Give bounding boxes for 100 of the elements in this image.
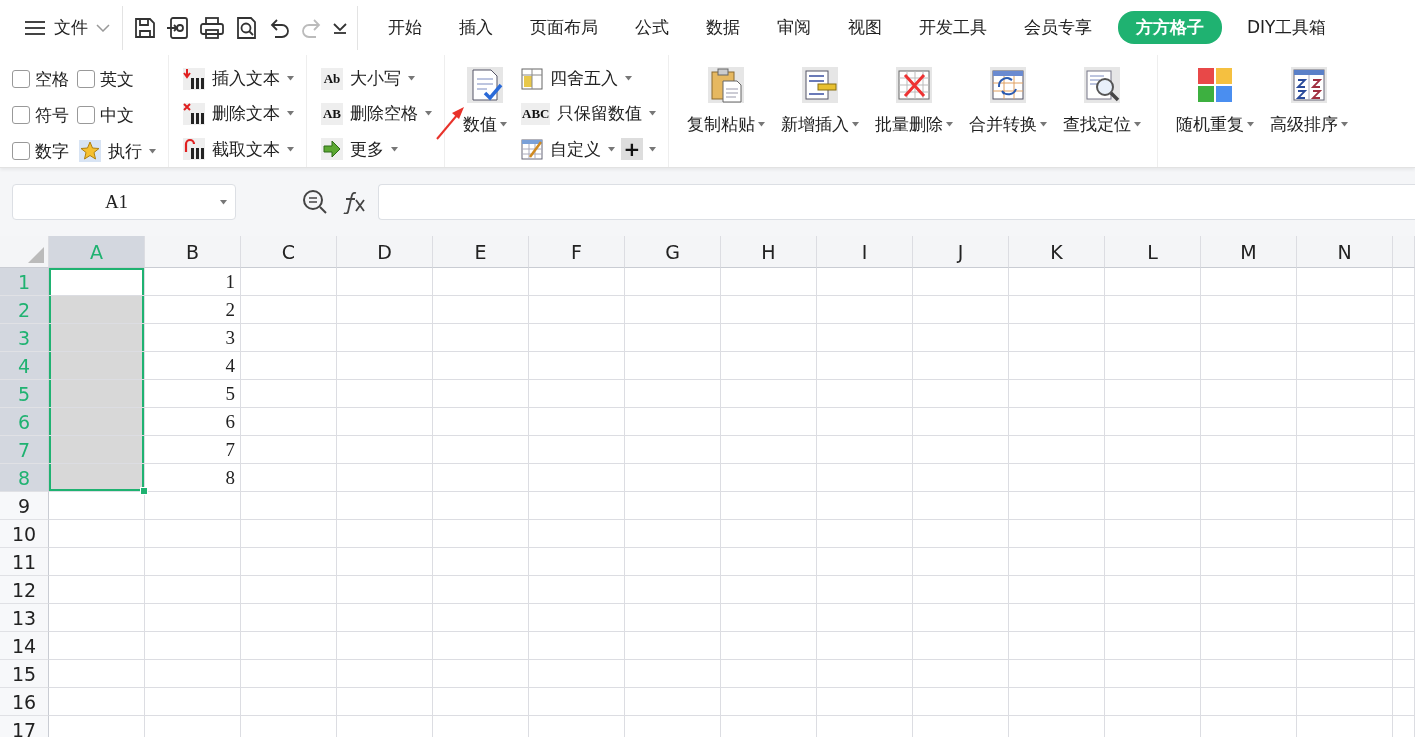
table-cell[interactable] <box>1393 604 1415 632</box>
table-cell[interactable] <box>1201 520 1297 548</box>
table-cell[interactable] <box>913 576 1009 604</box>
table-cell[interactable] <box>529 688 625 716</box>
table-cell[interactable] <box>1105 604 1201 632</box>
table-cell[interactable] <box>49 604 145 632</box>
column-header[interactable]: L <box>1105 236 1201 268</box>
table-cell[interactable] <box>241 436 337 464</box>
zoom-icon[interactable] <box>302 189 328 215</box>
option-checkbox[interactable]: 空格 <box>12 61 69 97</box>
table-cell[interactable] <box>1009 436 1105 464</box>
table-cell[interactable] <box>529 548 625 576</box>
table-cell[interactable] <box>1297 688 1393 716</box>
ribbon-button[interactable]: 新增插入 <box>775 61 866 167</box>
table-cell[interactable] <box>817 604 913 632</box>
table-cell[interactable] <box>1393 268 1415 296</box>
ribbon-button[interactable]: 随机重复 <box>1170 61 1261 167</box>
table-cell[interactable] <box>1105 436 1201 464</box>
table-cell[interactable] <box>1009 492 1105 520</box>
table-cell[interactable] <box>241 268 337 296</box>
table-cell[interactable] <box>1009 548 1105 576</box>
ribbon-button[interactable]: AB 删除空格 <box>319 96 434 132</box>
table-cell[interactable] <box>1297 352 1393 380</box>
table-cell[interactable] <box>49 380 145 408</box>
table-cell[interactable] <box>1009 296 1105 324</box>
column-header[interactable]: D <box>337 236 433 268</box>
ribbon-button[interactable]: 删除文本 <box>181 96 296 132</box>
table-cell[interactable] <box>1201 436 1297 464</box>
table-cell[interactable] <box>913 520 1009 548</box>
table-cell[interactable] <box>337 352 433 380</box>
table-cell[interactable] <box>433 688 529 716</box>
column-header[interactable]: N <box>1297 236 1393 268</box>
table-cell[interactable] <box>49 632 145 660</box>
table-cell[interactable] <box>433 380 529 408</box>
table-cell[interactable]: 1 <box>145 268 241 296</box>
ribbon-button[interactable]: 截取文本 <box>181 131 296 167</box>
checkbox[interactable] <box>12 106 30 124</box>
table-cell[interactable] <box>241 548 337 576</box>
table-cell[interactable] <box>1297 324 1393 352</box>
ribbon-button[interactable]: Ab 大小写 <box>319 61 434 97</box>
table-cell[interactable] <box>721 688 817 716</box>
table-cell[interactable] <box>337 408 433 436</box>
table-cell[interactable] <box>625 380 721 408</box>
table-cell[interactable] <box>1297 296 1393 324</box>
table-cell[interactable] <box>1105 548 1201 576</box>
table-cell[interactable] <box>1393 660 1415 688</box>
table-cell[interactable] <box>721 464 817 492</box>
table-cell[interactable] <box>337 380 433 408</box>
table-cell[interactable] <box>721 436 817 464</box>
table-cell[interactable]: 6 <box>145 408 241 436</box>
table-cell[interactable] <box>721 632 817 660</box>
table-cell[interactable] <box>625 520 721 548</box>
table-cell[interactable] <box>529 604 625 632</box>
table-cell[interactable] <box>1201 548 1297 576</box>
table-cell[interactable] <box>913 548 1009 576</box>
table-cell[interactable] <box>1105 324 1201 352</box>
table-cell[interactable] <box>1009 576 1105 604</box>
column-header[interactable]: C <box>241 236 337 268</box>
table-cell[interactable] <box>625 464 721 492</box>
table-cell[interactable]: 2 <box>145 296 241 324</box>
option-checkbox[interactable]: 英文 <box>77 61 158 97</box>
table-cell[interactable] <box>721 408 817 436</box>
table-cell[interactable] <box>1201 380 1297 408</box>
ribbon-tab[interactable]: 开始 <box>370 11 440 44</box>
ribbon-tab[interactable]: 数据 <box>688 11 758 44</box>
table-cell[interactable] <box>817 408 913 436</box>
table-cell[interactable] <box>49 296 145 324</box>
table-cell[interactable] <box>1201 296 1297 324</box>
table-cell[interactable] <box>1297 548 1393 576</box>
table-cell[interactable] <box>913 464 1009 492</box>
column-header[interactable]: J <box>913 236 1009 268</box>
fill-handle[interactable] <box>140 487 148 495</box>
table-cell[interactable] <box>625 436 721 464</box>
table-cell[interactable] <box>625 492 721 520</box>
table-cell[interactable] <box>241 520 337 548</box>
table-cell[interactable] <box>817 464 913 492</box>
table-cell[interactable] <box>1009 604 1105 632</box>
table-cell[interactable] <box>49 324 145 352</box>
table-cell[interactable] <box>1105 660 1201 688</box>
table-cell[interactable] <box>625 576 721 604</box>
table-cell[interactable] <box>433 632 529 660</box>
add-button[interactable]: + <box>617 131 656 167</box>
table-cell[interactable] <box>1393 492 1415 520</box>
table-cell[interactable] <box>241 296 337 324</box>
table-cell[interactable] <box>625 268 721 296</box>
table-cell[interactable] <box>817 352 913 380</box>
option-checkbox[interactable]: 数字 <box>12 133 69 169</box>
ribbon-tab[interactable]: 审阅 <box>759 11 829 44</box>
table-cell[interactable] <box>1105 408 1201 436</box>
ribbon-button[interactable]: 批量删除 <box>869 61 960 167</box>
table-cell[interactable] <box>817 548 913 576</box>
ribbon-button[interactable]: 高级排序 <box>1264 61 1355 167</box>
table-cell[interactable] <box>145 688 241 716</box>
table-cell[interactable] <box>625 296 721 324</box>
table-cell[interactable] <box>721 604 817 632</box>
row-header[interactable]: 17 <box>0 716 49 737</box>
table-cell[interactable] <box>49 436 145 464</box>
table-cell[interactable] <box>1009 408 1105 436</box>
table-cell[interactable] <box>817 324 913 352</box>
table-cell[interactable] <box>721 268 817 296</box>
